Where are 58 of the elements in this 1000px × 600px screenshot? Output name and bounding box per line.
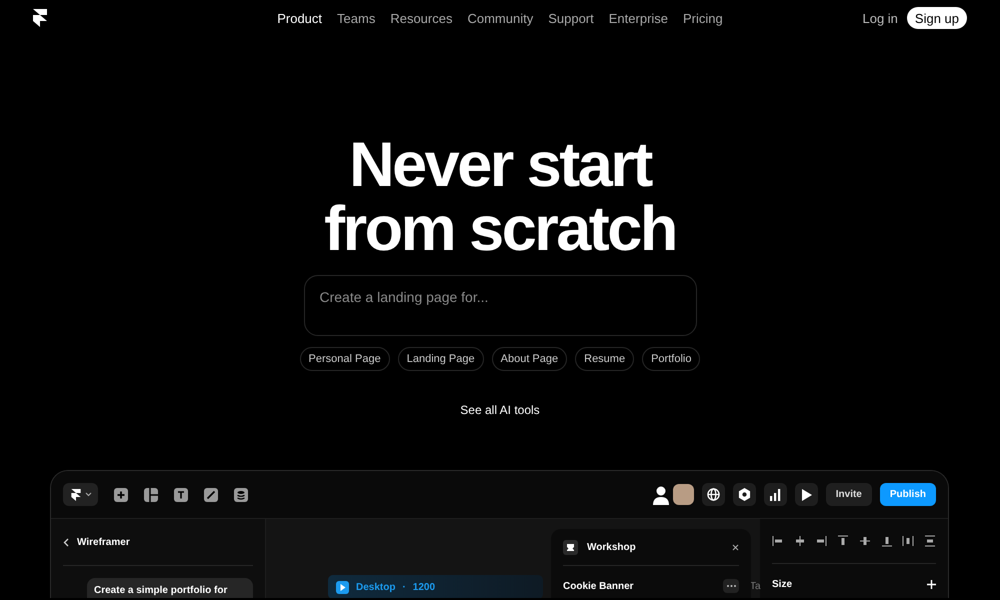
chat-message: Create a simple portfolio for	[87, 578, 253, 598]
nav-link[interactable]: Product	[277, 10, 322, 26]
suggestion-chip[interactable]: Personal Page	[300, 347, 390, 371]
suggestion-chip[interactable]: Landing Page	[398, 347, 484, 371]
signup-button[interactable]: Sign up	[906, 7, 967, 29]
component-name[interactable]: Cookie Banner	[563, 580, 634, 592]
close-icon[interactable]	[732, 544, 739, 550]
align-icon[interactable]	[815, 535, 828, 547]
frame-width: 1200	[412, 582, 436, 592]
align-icon[interactable]	[772, 535, 784, 547]
section-title: Size	[772, 578, 792, 590]
pen-icon[interactable]	[204, 488, 218, 502]
frame-name: Desktop	[356, 582, 396, 592]
invite-button[interactable]: Invite	[826, 483, 872, 506]
database-icon[interactable]	[234, 488, 248, 502]
nav-link[interactable]: Resources	[390, 10, 452, 26]
nav-link[interactable]: Teams	[337, 10, 376, 26]
suggestion-chip[interactable]: Portfolio	[642, 347, 700, 371]
align-icon[interactable]	[837, 535, 850, 547]
ai-tools-link[interactable]: See all AI tools	[460, 403, 540, 417]
play-icon[interactable]	[794, 483, 818, 506]
gear-icon[interactable]	[732, 483, 756, 506]
globe-icon[interactable]	[702, 483, 725, 506]
separator-dot: ·	[402, 582, 406, 592]
hero-title-line: from scratch	[324, 197, 676, 261]
logo-icon[interactable]	[33, 9, 47, 27]
align-icon[interactable]	[924, 535, 936, 547]
caret-icon	[85, 492, 92, 497]
avatar-photo[interactable]	[672, 484, 694, 505]
panel-title: Wireframer	[77, 536, 130, 548]
align-icon[interactable]	[880, 535, 893, 547]
align-icon[interactable]	[794, 535, 806, 547]
plus-icon[interactable]	[114, 488, 128, 502]
align-icon[interactable]	[858, 535, 871, 547]
play-icon	[336, 580, 349, 594]
workshop-title: Workshop	[587, 542, 636, 552]
login-link[interactable]: Log in	[862, 10, 898, 26]
nav-link[interactable]: Enterprise	[608, 10, 668, 26]
app-menu-button[interactable]	[63, 483, 98, 506]
logo-icon	[71, 488, 81, 500]
partial-label: Ta	[750, 581, 761, 592]
layout-icon[interactable]	[144, 488, 158, 502]
bar-chart-icon[interactable]	[764, 483, 787, 506]
hero-title-line: Never start	[348, 133, 652, 197]
back-icon[interactable]	[63, 538, 69, 546]
user-icon[interactable]	[650, 484, 671, 504]
text-tool-icon[interactable]	[174, 488, 188, 502]
plugin-icon	[563, 540, 578, 554]
suggestion-chip[interactable]: Resume	[575, 347, 634, 371]
align-icon[interactable]	[902, 535, 914, 547]
prompt-field[interactable]: Create a landing page for...	[304, 275, 696, 336]
nav-link[interactable]: Pricing	[683, 10, 723, 26]
plus-icon[interactable]	[927, 580, 936, 588]
nav-link[interactable]: Community	[467, 10, 534, 26]
suggestion-chip[interactable]: About Page	[492, 347, 568, 371]
more-icon[interactable]	[723, 579, 739, 593]
frame-label-bar[interactable]: Desktop · 1200	[328, 575, 543, 598]
nav-link[interactable]: Support	[548, 10, 594, 26]
